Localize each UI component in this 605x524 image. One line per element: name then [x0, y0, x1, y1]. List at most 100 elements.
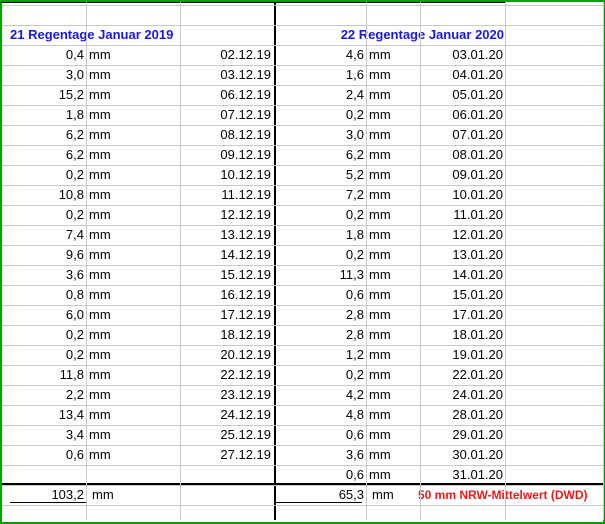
left-row-amount[interactable]: 7,4 — [4, 225, 84, 245]
left-row-date[interactable]: 06.12.19 — [182, 85, 271, 105]
left-row-unit[interactable]: mm — [89, 105, 119, 125]
left-row-amount[interactable]: 0,8 — [4, 285, 84, 305]
left-row-unit[interactable]: mm — [89, 305, 119, 325]
right-row-amount[interactable]: 2,8 — [278, 325, 364, 345]
left-row-unit[interactable]: mm — [89, 65, 119, 85]
left-row-unit[interactable]: mm — [89, 85, 119, 105]
left-row-unit[interactable]: mm — [89, 325, 119, 345]
right-row-amount[interactable]: 4,2 — [278, 385, 364, 405]
right-row-amount[interactable]: 6,2 — [278, 145, 364, 165]
left-row-date[interactable]: 12.12.19 — [182, 205, 271, 225]
right-row-date[interactable]: 31.01.20 — [422, 465, 503, 485]
left-row-amount[interactable]: 0,2 — [4, 165, 84, 185]
right-row-date[interactable]: 15.01.20 — [422, 285, 503, 305]
left-row-unit[interactable]: mm — [89, 425, 119, 445]
right-row-amount[interactable]: 0,2 — [278, 245, 364, 265]
right-row-date[interactable]: 04.01.20 — [422, 65, 503, 85]
right-row-date[interactable]: 24.01.20 — [422, 385, 503, 405]
left-row-amount[interactable]: 3,0 — [4, 65, 84, 85]
left-row-amount[interactable]: 6,2 — [4, 145, 84, 165]
dwd-average-note[interactable]: 50 mm NRW-Mittelwert (DWD) — [418, 485, 594, 505]
right-row-date[interactable]: 03.01.20 — [422, 45, 503, 65]
right-row-date[interactable]: 18.01.20 — [422, 325, 503, 345]
right-row-date[interactable]: 19.01.20 — [422, 345, 503, 365]
left-row-unit[interactable]: mm — [89, 265, 119, 285]
right-row-date[interactable]: 12.01.20 — [422, 225, 503, 245]
left-row-date[interactable]: 02.12.19 — [182, 45, 271, 65]
left-row-amount[interactable]: 3,6 — [4, 265, 84, 285]
left-row-date[interactable]: 17.12.19 — [182, 305, 271, 325]
right-row-amount[interactable]: 0,6 — [278, 425, 364, 445]
left-row-date[interactable]: 22.12.19 — [182, 365, 271, 385]
left-row-date[interactable]: 23.12.19 — [182, 385, 271, 405]
right-row-unit[interactable]: mm — [369, 465, 399, 485]
right-row-date[interactable]: 10.01.20 — [422, 185, 503, 205]
right-row-date[interactable]: 07.01.20 — [422, 125, 503, 145]
left-row-amount[interactable]: 13,4 — [4, 405, 84, 425]
right-row-date[interactable]: 08.01.20 — [422, 145, 503, 165]
left-row-amount[interactable]: 0,4 — [4, 45, 84, 65]
right-row-amount[interactable]: 3,6 — [278, 445, 364, 465]
right-row-date[interactable]: 14.01.20 — [422, 265, 503, 285]
left-row-date[interactable]: 08.12.19 — [182, 125, 271, 145]
right-row-amount[interactable]: 4,6 — [278, 45, 364, 65]
right-row-unit[interactable]: mm — [369, 165, 399, 185]
right-row-date[interactable]: 13.01.20 — [422, 245, 503, 265]
left-row-amount[interactable]: 0,2 — [4, 205, 84, 225]
right-row-unit[interactable]: mm — [369, 425, 399, 445]
left-row-date[interactable]: 18.12.19 — [182, 325, 271, 345]
right-row-amount[interactable]: 1,8 — [278, 225, 364, 245]
right-row-amount[interactable]: 7,2 — [278, 185, 364, 205]
right-row-date[interactable]: 05.01.20 — [422, 85, 503, 105]
right-row-unit[interactable]: mm — [369, 145, 399, 165]
left-row-unit[interactable]: mm — [89, 145, 119, 165]
left-row-unit[interactable]: mm — [89, 205, 119, 225]
left-row-amount[interactable]: 0,2 — [4, 325, 84, 345]
right-row-amount[interactable]: 11,3 — [278, 265, 364, 285]
right-row-unit[interactable]: mm — [369, 225, 399, 245]
right-header-title[interactable]: 22 Regentage Januar 2020 — [320, 25, 504, 45]
right-row-unit[interactable]: mm — [369, 345, 399, 365]
right-row-date[interactable]: 09.01.20 — [422, 165, 503, 185]
right-row-unit[interactable]: mm — [369, 305, 399, 325]
right-row-date[interactable]: 29.01.20 — [422, 425, 503, 445]
left-row-unit[interactable]: mm — [89, 45, 119, 65]
right-row-amount[interactable]: 4,8 — [278, 405, 364, 425]
right-row-date[interactable]: 28.01.20 — [422, 405, 503, 425]
right-row-unit[interactable]: mm — [369, 205, 399, 225]
right-row-unit[interactable]: mm — [369, 405, 399, 425]
left-row-unit[interactable]: mm — [89, 165, 119, 185]
left-row-date[interactable]: 25.12.19 — [182, 425, 271, 445]
left-total-amount[interactable]: 103,2 — [4, 485, 84, 505]
right-row-date[interactable]: 30.01.20 — [422, 445, 503, 465]
left-row-date[interactable]: 07.12.19 — [182, 105, 271, 125]
right-row-amount[interactable]: 0,6 — [278, 465, 364, 485]
right-row-unit[interactable]: mm — [369, 85, 399, 105]
right-row-amount[interactable]: 0,6 — [278, 285, 364, 305]
right-row-date[interactable]: 06.01.20 — [422, 105, 503, 125]
right-total-amount[interactable]: 65,3 — [284, 485, 364, 505]
left-row-date[interactable]: 11.12.19 — [182, 185, 271, 205]
right-row-unit[interactable]: mm — [369, 125, 399, 145]
left-row-date[interactable]: 16.12.19 — [182, 285, 271, 305]
left-row-amount[interactable]: 11,8 — [4, 365, 84, 385]
left-row-date[interactable]: 10.12.19 — [182, 165, 271, 185]
left-row-unit[interactable]: mm — [89, 365, 119, 385]
right-row-amount[interactable]: 0,2 — [278, 205, 364, 225]
left-row-amount[interactable]: 1,8 — [4, 105, 84, 125]
left-row-unit[interactable]: mm — [89, 185, 119, 205]
left-header-title[interactable]: 21 Regentage Januar 2019 — [10, 25, 190, 45]
right-row-unit[interactable]: mm — [369, 185, 399, 205]
right-row-unit[interactable]: mm — [369, 105, 399, 125]
right-row-date[interactable]: 17.01.20 — [422, 305, 503, 325]
right-row-date[interactable]: 22.01.20 — [422, 365, 503, 385]
right-row-amount[interactable]: 1,2 — [278, 345, 364, 365]
left-row-date[interactable]: 13.12.19 — [182, 225, 271, 245]
right-row-unit[interactable]: mm — [369, 245, 399, 265]
left-row-amount[interactable]: 0,6 — [4, 445, 84, 465]
left-row-amount[interactable]: 3,4 — [4, 425, 84, 445]
left-row-date[interactable]: 03.12.19 — [182, 65, 271, 85]
left-row-unit[interactable]: mm — [89, 125, 119, 145]
left-row-date[interactable]: 20.12.19 — [182, 345, 271, 365]
left-row-date[interactable]: 15.12.19 — [182, 265, 271, 285]
